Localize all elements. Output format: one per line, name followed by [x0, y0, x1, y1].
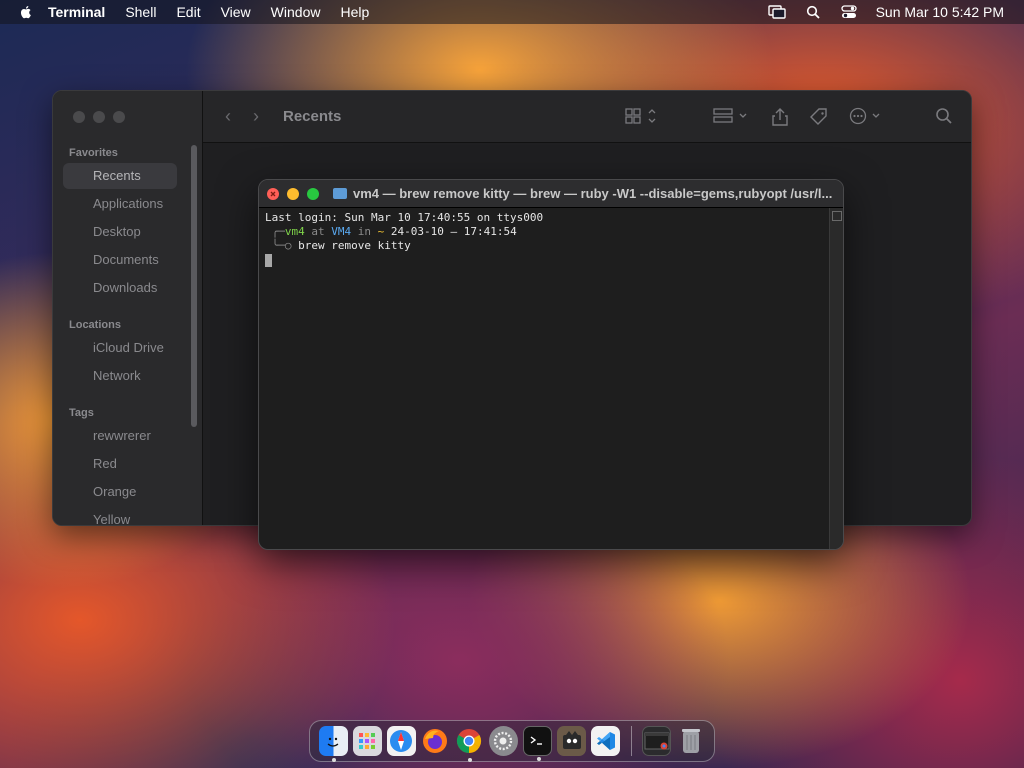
menu-edit[interactable]: Edit — [176, 4, 200, 20]
sidebar-item-recents[interactable]: Recents — [63, 163, 177, 189]
running-indicator — [331, 758, 336, 762]
spotlight-search-icon[interactable] — [804, 4, 822, 20]
running-indicator — [536, 757, 541, 761]
safari-icon[interactable] — [386, 726, 416, 756]
finder-window-controls — [73, 111, 133, 123]
zoom-button[interactable] — [113, 111, 125, 123]
chrome-icon[interactable] — [455, 726, 484, 762]
menu-view[interactable]: View — [221, 4, 251, 20]
firefox-icon[interactable] — [421, 726, 450, 756]
sidebar-section-favorites: Favorites — [69, 147, 118, 159]
search-icon[interactable] — [935, 107, 953, 130]
scrollbar-marks-button[interactable] — [831, 211, 842, 221]
more-actions-icon[interactable] — [849, 107, 885, 130]
close-button[interactable] — [267, 187, 279, 200]
sidebar-section-tags: Tags — [69, 407, 94, 419]
sidebar-item-desktop[interactable]: Desktop — [63, 219, 177, 245]
group-by-icon[interactable] — [713, 107, 749, 130]
minimize-button[interactable] — [287, 187, 299, 200]
back-icon[interactable]: ‹ — [225, 106, 231, 127]
finder-toolbar: ‹ › Recents — [203, 91, 971, 143]
sidebar-tag-yellow[interactable]: Yellow — [63, 507, 177, 525]
command-line: ╰─○ brew remove kitty — [265, 239, 411, 252]
terminal-icon[interactable] — [522, 726, 553, 761]
sidebar-tag-red[interactable]: Red — [63, 451, 177, 477]
terminal-window[interactable]: vm4 — brew remove kitty — brew — ruby -W… — [258, 179, 844, 550]
typed-command: brew remove kitty — [298, 239, 411, 252]
vscode-icon[interactable] — [591, 726, 621, 756]
tag-icon[interactable] — [809, 107, 829, 132]
menu-help[interactable]: Help — [340, 4, 369, 20]
finder-icon[interactable] — [318, 726, 348, 762]
folder-icon — [333, 188, 347, 199]
menu-shell[interactable]: Shell — [125, 4, 156, 20]
last-login-line: Last login: Sun Mar 10 17:40:55 on ttys0… — [265, 211, 544, 224]
terminal-output[interactable]: Last login: Sun Mar 10 17:40:55 on ttys0… — [259, 208, 829, 549]
running-indicator — [467, 758, 472, 762]
apple-icon[interactable] — [18, 4, 34, 20]
control-center-icon[interactable] — [840, 4, 858, 20]
text-cursor — [265, 253, 272, 267]
sidebar-item-documents[interactable]: Documents — [63, 247, 177, 273]
sidebar-item-network[interactable]: Network — [63, 363, 177, 389]
finder-sidebar: Favorites Recents Applications Desktop D… — [53, 91, 203, 525]
sidebar-item-downloads[interactable]: Downloads — [63, 275, 177, 301]
cursor-line — [265, 253, 823, 267]
terminal-titlebar[interactable]: vm4 — brew remove kitty — brew — ruby -W… — [259, 180, 843, 208]
menu-window[interactable]: Window — [271, 4, 321, 20]
prompt-info-line: ╭─vm4 at VM4 in ~ 24-03-10 – 17:41:54 — [265, 225, 517, 238]
terminal-window-title: vm4 — brew remove kitty — brew — ruby -W… — [353, 186, 833, 201]
zoom-button[interactable] — [307, 187, 319, 200]
trash-icon[interactable] — [676, 726, 705, 756]
prompt-in: in — [357, 225, 371, 238]
terminal-scrollbar[interactable] — [829, 208, 843, 549]
menu-bar: Terminal Shell Edit View Window Help Sun… — [0, 0, 1024, 24]
view-grid-icon[interactable] — [625, 107, 657, 130]
sidebar-tag-rewwrerer[interactable]: rewwrerer — [63, 423, 177, 449]
system-settings-icon[interactable] — [488, 726, 518, 756]
finder-window-title: Recents — [283, 108, 342, 125]
minimize-button[interactable] — [93, 111, 105, 123]
sidebar-tag-orange[interactable]: Orange — [63, 479, 177, 505]
sidebar-section-locations: Locations — [69, 319, 121, 331]
screen-mirroring-icon[interactable] — [767, 4, 786, 20]
prompt-user: vm4 — [284, 225, 305, 238]
sidebar-item-icloud-drive[interactable]: iCloud Drive — [63, 335, 177, 361]
sidebar-scrollbar[interactable] — [191, 145, 197, 427]
forward-icon[interactable]: › — [253, 106, 259, 127]
sidebar-item-applications[interactable]: Applications — [63, 191, 177, 217]
prompt-at: at — [311, 225, 325, 238]
gimp-icon[interactable] — [557, 726, 587, 756]
prompt-time: 24-03-10 – 17:41:54 — [390, 225, 517, 238]
share-icon[interactable] — [771, 107, 789, 132]
close-button[interactable] — [73, 111, 85, 123]
minimized-window-icon[interactable] — [642, 726, 672, 756]
dock — [309, 720, 715, 762]
menu-bar-clock[interactable]: Sun Mar 10 5:42 PM — [876, 4, 1004, 20]
prompt-host: VM4 — [331, 225, 352, 238]
launchpad-icon[interactable] — [352, 726, 382, 756]
dock-separator — [630, 726, 632, 756]
menu-app-name[interactable]: Terminal — [48, 4, 105, 20]
prompt-dir: ~ — [377, 225, 385, 238]
